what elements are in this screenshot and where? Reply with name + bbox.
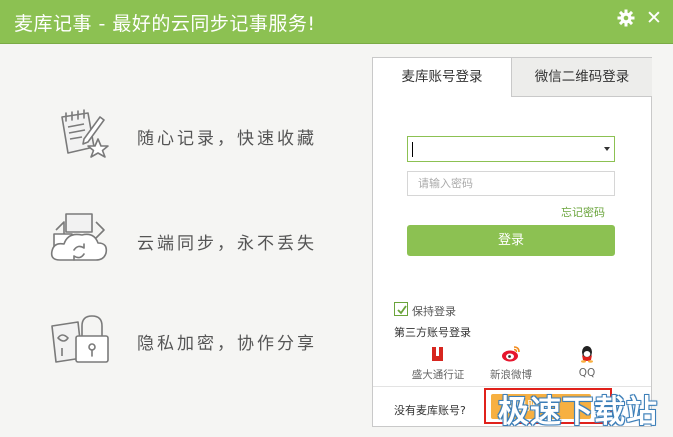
padlock-icon	[51, 315, 109, 363]
tab-account-login[interactable]: 麦库账号登录	[373, 58, 511, 97]
watermark-text: 极速下载站	[498, 394, 658, 430]
forgot-password-link[interactable]: 忘记密码	[561, 204, 605, 220]
weibo-login-button[interactable]: 新浪微博	[476, 345, 546, 383]
window-title: 麦库记事 - 最好的云同步记事服务!	[14, 13, 316, 35]
third-party-title: 第三方账号登录	[394, 326, 471, 339]
feature-label: 隐私加密，协作分享	[137, 334, 317, 354]
checkbox-checked[interactable]	[394, 302, 408, 316]
shanda-icon	[432, 347, 443, 361]
cloud-sync-icon	[50, 213, 108, 261]
tab-wechat-qr-login[interactable]: 微信二维码登录	[511, 58, 652, 97]
feature-list: 随心记录，快速收藏 云端同步，永不丢失 隐私加密，协作分享	[0, 45, 372, 437]
remember-login-label: 保持登录	[412, 305, 456, 318]
qq-label: QQ	[578, 367, 596, 379]
password-input[interactable]	[407, 171, 615, 196]
login-button[interactable]: 登录	[407, 225, 615, 256]
close-icon[interactable]: ✕	[644, 8, 664, 28]
qq-icon	[581, 346, 593, 363]
checkmark-icon	[397, 305, 407, 315]
account-input[interactable]	[407, 136, 615, 162]
notepad-star-icon	[61, 109, 109, 158]
feature-item-record: 随心记录，快速收藏	[40, 103, 370, 173]
login-panel: 麦库账号登录 微信二维码登录 忘记密码 登录 保持登录 第三方账号登录 盛大通行…	[372, 57, 652, 427]
feature-item-encrypt: 隐私加密，协作分享	[40, 308, 370, 378]
settings-gear-icon[interactable]	[616, 8, 636, 28]
shanda-label: 盛大通行证	[411, 369, 465, 381]
feature-label: 随心记录，快速收藏	[137, 129, 317, 149]
no-account-text: 没有麦库账号?	[394, 404, 466, 417]
shanda-login-button[interactable]: 盛大通行证	[403, 345, 473, 383]
title-bar: 麦库记事 - 最好的云同步记事服务! ✕	[0, 0, 673, 44]
dropdown-arrow-icon[interactable]	[604, 147, 610, 151]
weibo-label: 新浪微博	[490, 369, 532, 381]
qq-login-button[interactable]: QQ	[552, 345, 622, 383]
feature-label: 云端同步，永不丢失	[137, 234, 317, 254]
feature-item-sync: 云端同步，永不丢失	[40, 208, 370, 278]
text-caret	[412, 142, 413, 157]
weibo-icon	[502, 346, 520, 362]
